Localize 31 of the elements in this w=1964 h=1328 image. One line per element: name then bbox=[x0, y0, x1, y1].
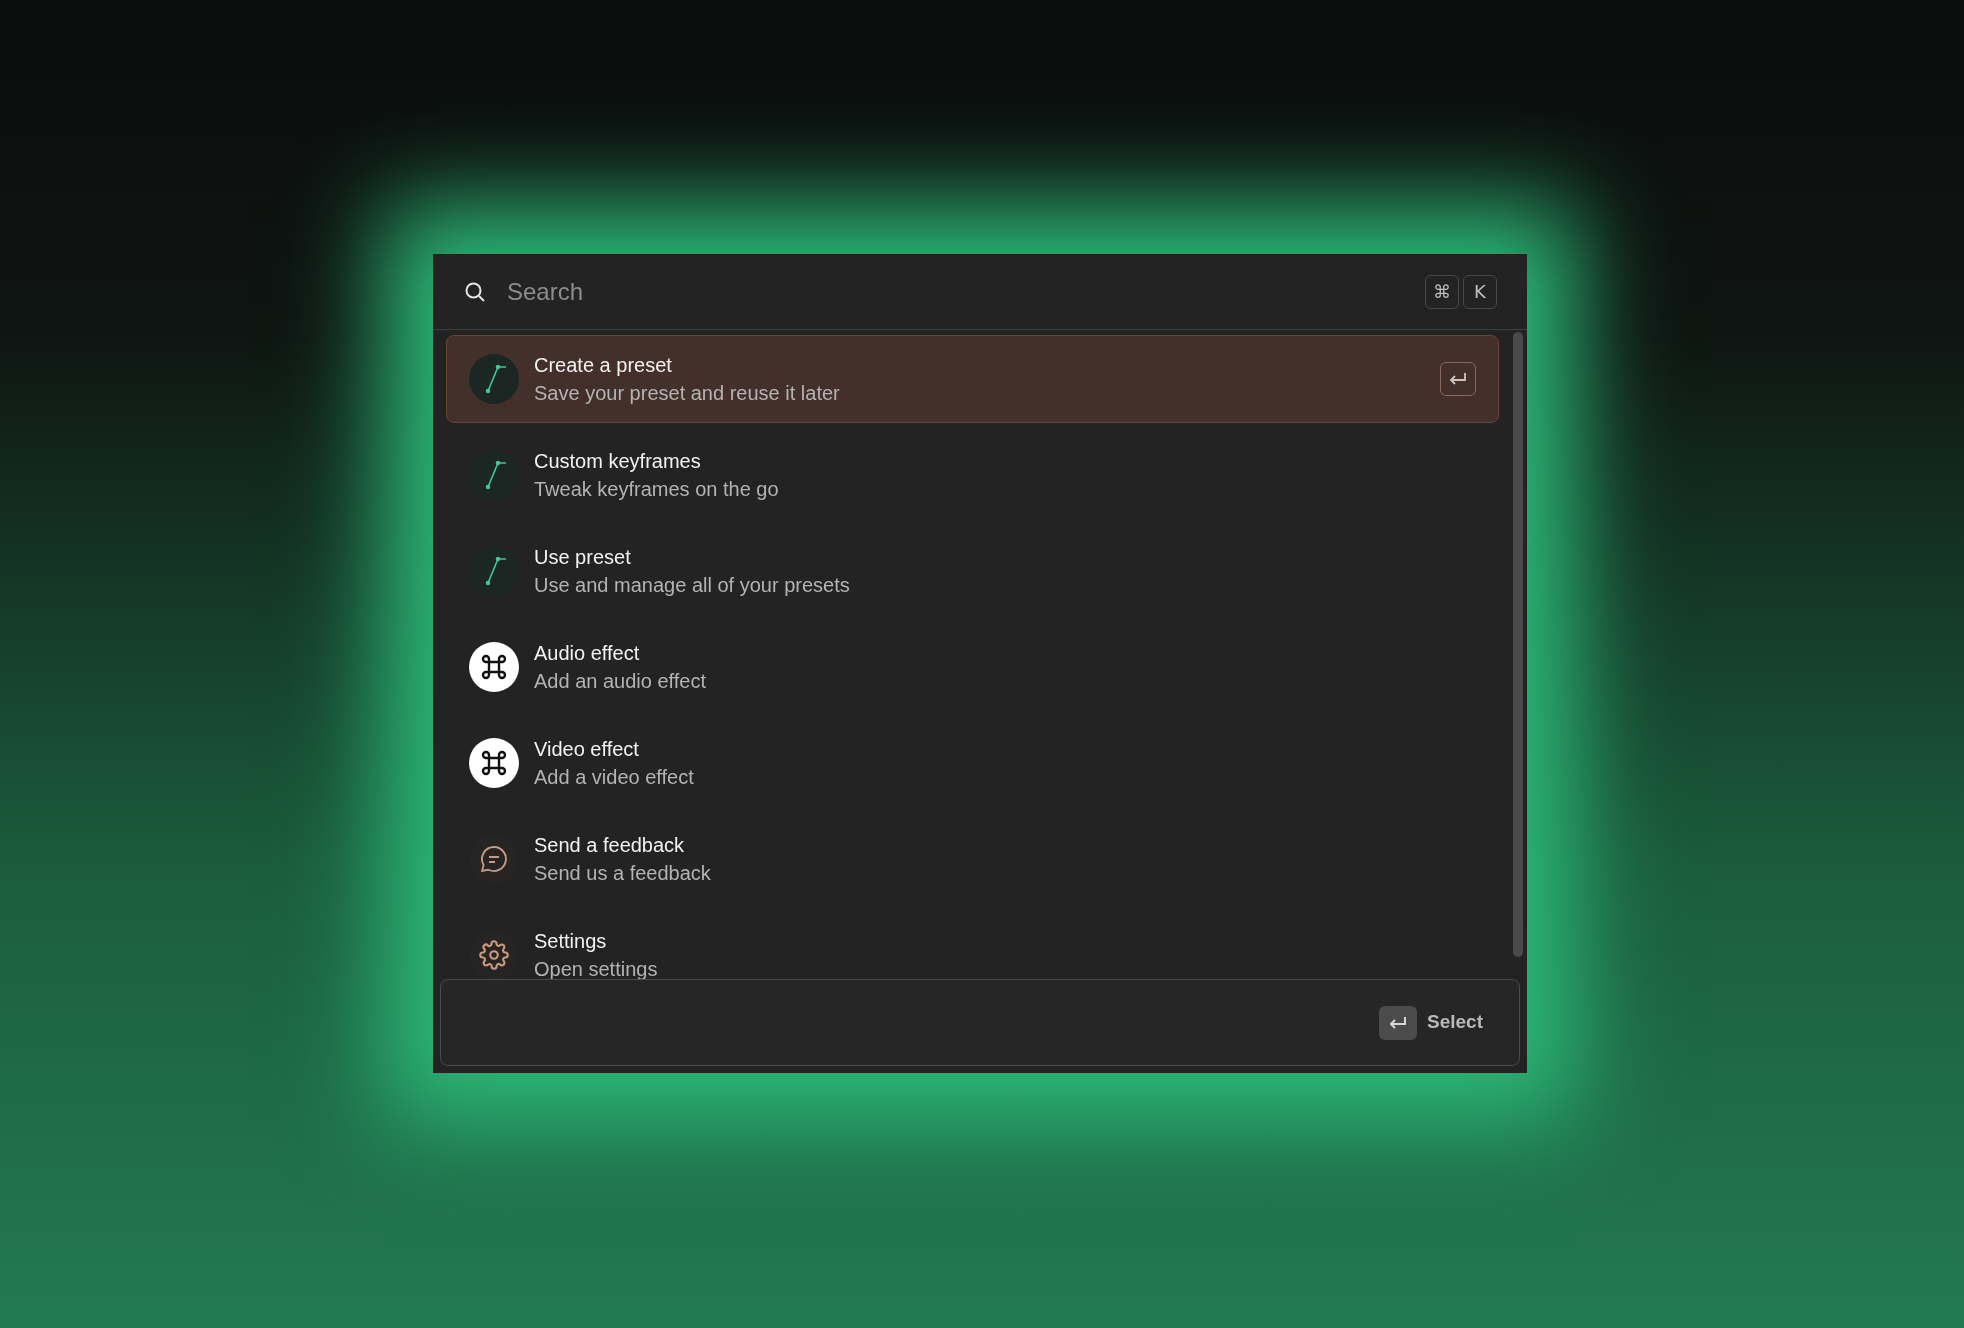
command-item[interactable]: Custom keyframes Tweak keyframes on the go bbox=[446, 431, 1499, 519]
item-description: Save your preset and reuse it later bbox=[534, 381, 841, 405]
item-description: Tweak keyframes on the go bbox=[534, 477, 780, 501]
command-icon bbox=[469, 642, 519, 692]
item-description: Add an audio effect bbox=[534, 669, 707, 693]
item-title: Audio effect bbox=[534, 641, 641, 665]
item-description: Add a video effect bbox=[534, 765, 695, 789]
curve-icon bbox=[469, 354, 519, 404]
curve-icon bbox=[469, 450, 519, 500]
search-field[interactable]: Search bbox=[507, 273, 1425, 310]
command-item[interactable]: Create a preset Save your preset and reuse it later bbox=[446, 335, 1499, 423]
item-title: Settings bbox=[534, 929, 608, 953]
item-title: Video effect bbox=[534, 737, 640, 761]
return-key-icon bbox=[1440, 362, 1476, 396]
command-icon bbox=[469, 738, 519, 788]
command-item[interactable]: Audio effect Add an audio effect bbox=[446, 623, 1499, 711]
item-description: Use and manage all of your presets bbox=[534, 573, 851, 597]
curve-icon bbox=[469, 546, 519, 596]
scrollbar-thumb[interactable] bbox=[1513, 332, 1523, 957]
shortcut-key: ⌘ bbox=[1425, 274, 1459, 309]
item-title: Create a preset bbox=[534, 353, 673, 377]
item-title: Use preset bbox=[534, 545, 632, 569]
command-item[interactable]: Video effect Add a video effect bbox=[446, 719, 1499, 807]
item-description: Send us a feedback bbox=[534, 861, 712, 885]
item-title: Send a feedback bbox=[534, 833, 686, 857]
select-button[interactable]: Select bbox=[1427, 1008, 1483, 1037]
item-title: Custom keyframes bbox=[534, 449, 702, 473]
shortcut-key: K bbox=[1463, 274, 1497, 309]
enter-key-icon bbox=[1379, 1005, 1417, 1040]
command-item[interactable]: Use preset Use and manage all of your presets bbox=[446, 527, 1499, 615]
command-item[interactable]: Send a feedback Send us a feedback bbox=[446, 815, 1499, 903]
